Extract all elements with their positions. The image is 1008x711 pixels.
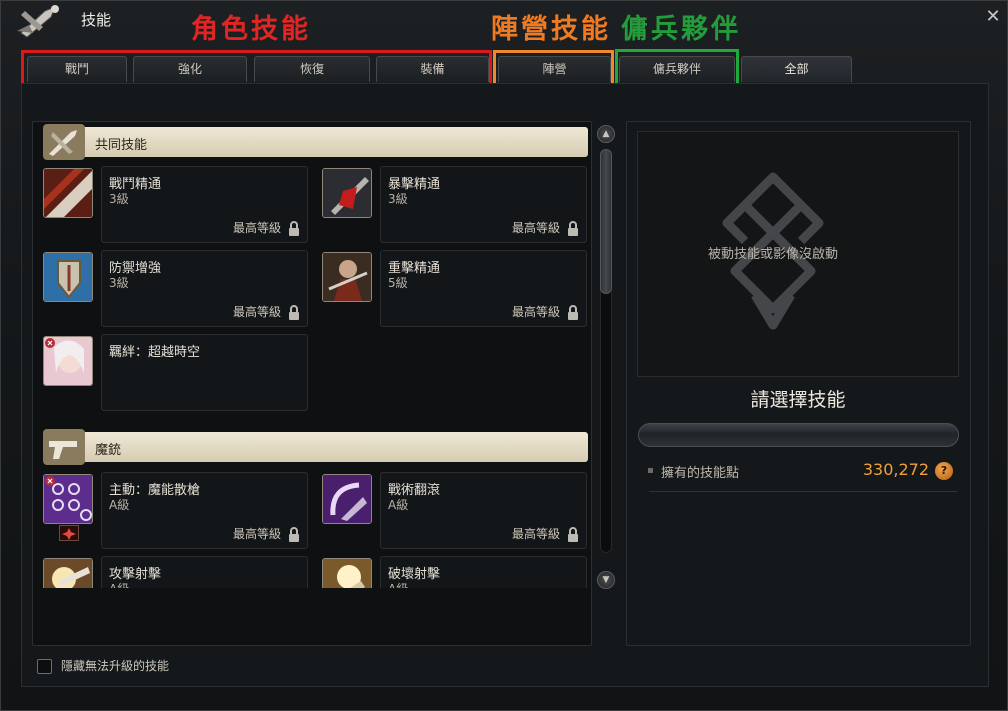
lock-icon <box>289 221 299 236</box>
hide-unupgradable-checkbox[interactable] <box>37 659 52 674</box>
skill-max-level: 最高等級 <box>232 305 281 319</box>
skill-level: A級 <box>388 580 408 588</box>
skill-points-value: 330,272 <box>862 460 929 479</box>
rune-slot-icon[interactable] <box>59 525 79 541</box>
category-header-common[interactable]: 共同技能 <box>43 124 588 160</box>
skill-level: 3級 <box>109 192 129 206</box>
skill-level: A級 <box>109 580 129 588</box>
preview-placeholder-text: 被動技能或影像沒啟動 <box>707 247 838 262</box>
annotation-faction-skills: 陣營技能 <box>491 14 611 45</box>
skill-points-row: 擁有的技能點 330,272 ? <box>645 460 957 488</box>
skill-level: A級 <box>388 498 409 512</box>
select-skill-prompt: 請選擇技能 <box>750 389 846 411</box>
category-title: 魔銃 <box>95 443 122 458</box>
tab-enhance[interactable]: 強化 <box>133 56 247 82</box>
skill-card-bond-beyond-time[interactable]: 羈絆：超越時空 <box>101 334 308 411</box>
skill-icon-crit-mastery[interactable] <box>322 168 372 218</box>
tab-combat[interactable]: 戰鬥 <box>27 56 127 82</box>
annotation-mercenary: 傭兵夥伴 <box>621 14 741 45</box>
skill-max-level: 最高等級 <box>511 527 560 541</box>
hide-unupgradable-label[interactable]: 隱藏無法升級的技能 <box>61 657 169 674</box>
skill-max-level: 最高等級 <box>232 221 281 235</box>
crossed-weapons-icon <box>43 124 85 160</box>
lock-icon <box>568 527 578 542</box>
tab-faction[interactable]: 陣營 <box>498 56 611 82</box>
skill-icon-defense-boost[interactable] <box>43 252 93 302</box>
skill-list[interactable]: 共同技能 戰鬥精通 3級 最高等級 暴擊精通 3級 最高等級 防禦增強 3級 最… <box>39 124 589 588</box>
skill-level: A級 <box>109 498 130 512</box>
skill-list-panel: 共同技能 戰鬥精通 3級 最高等級 暴擊精通 3級 最高等級 防禦增強 3級 最… <box>32 121 592 646</box>
skill-card-combat-mastery[interactable]: 戰鬥精通 3級 最高等級 <box>101 166 308 243</box>
skills-window: 技能 ✕ 角色技能 陣營技能 傭兵夥伴 戰鬥 強化 恢復 裝備 陣營 傭兵夥伴 … <box>0 0 1008 711</box>
skill-card-attack-shot[interactable]: 攻擊射擊 A級 <box>101 556 308 588</box>
skill-card-magic-scatter-gun[interactable]: 主動：魔能散槍 A級 最高等級 <box>101 472 308 549</box>
skill-level: 5級 <box>388 276 408 290</box>
skill-icon-combat-mastery[interactable] <box>43 168 93 218</box>
lock-icon <box>289 527 299 542</box>
skill-max-level: 最高等級 <box>511 305 560 319</box>
skill-card-defense-boost[interactable]: 防禦增強 3級 最高等級 <box>101 250 308 327</box>
scroll-down-icon[interactable]: ▼ <box>597 571 615 589</box>
lock-icon <box>568 221 578 236</box>
skill-icon-heavy-strike-mastery[interactable] <box>322 252 372 302</box>
skill-card-heavy-strike-mastery[interactable]: 重擊精通 5級 最高等級 <box>380 250 587 327</box>
skill-icon-attack-shot[interactable] <box>43 558 93 588</box>
divider <box>649 491 957 492</box>
tab-all[interactable]: 全部 <box>741 56 852 82</box>
tab-equipment[interactable]: 裝備 <box>376 56 489 82</box>
skill-icon-magic-scatter-gun[interactable] <box>43 474 93 524</box>
skill-max-level: 最高等級 <box>511 221 560 235</box>
lock-icon <box>568 305 578 320</box>
lock-icon <box>289 305 299 320</box>
skill-icon-tactical-roll[interactable] <box>322 474 372 524</box>
tab-mercenary[interactable]: 傭兵夥伴 <box>619 56 735 82</box>
skill-progress-bar <box>638 423 959 447</box>
close-icon[interactable]: ✕ <box>983 7 1003 27</box>
skill-level: 3級 <box>388 192 408 206</box>
skill-level: 3級 <box>109 276 129 290</box>
annotation-character-skills: 角色技能 <box>191 14 311 45</box>
gun-icon <box>43 429 85 465</box>
skill-max-level: 最高等級 <box>232 527 281 541</box>
skill-card-crit-mastery[interactable]: 暴擊精通 3級 最高等級 <box>380 166 587 243</box>
tab-recovery[interactable]: 恢復 <box>254 56 370 82</box>
category-header-demon-gun[interactable]: 魔銃 <box>43 429 588 465</box>
skill-card-destruction-shot[interactable]: 破壞射擊 A級 <box>380 556 587 588</box>
scroll-up-icon[interactable]: ▲ <box>597 125 615 143</box>
category-title: 共同技能 <box>95 138 148 153</box>
window-title: 技能 <box>81 11 112 29</box>
skill-card-tactical-roll[interactable]: 戰術翻滾 A級 最高等級 <box>380 472 587 549</box>
skill-name: 羈絆：超越時空 <box>109 345 201 360</box>
scrollbar-thumb[interactable] <box>600 149 612 294</box>
skill-point-coin-icon[interactable]: ? <box>935 462 953 480</box>
skill-icon-bond-beyond-time[interactable] <box>43 336 93 386</box>
crossed-swords-icon <box>17 5 59 38</box>
bullet-icon <box>648 468 653 473</box>
skill-icon-destruction-shot[interactable] <box>322 558 372 588</box>
skill-points-label: 擁有的技能點 <box>661 466 740 481</box>
